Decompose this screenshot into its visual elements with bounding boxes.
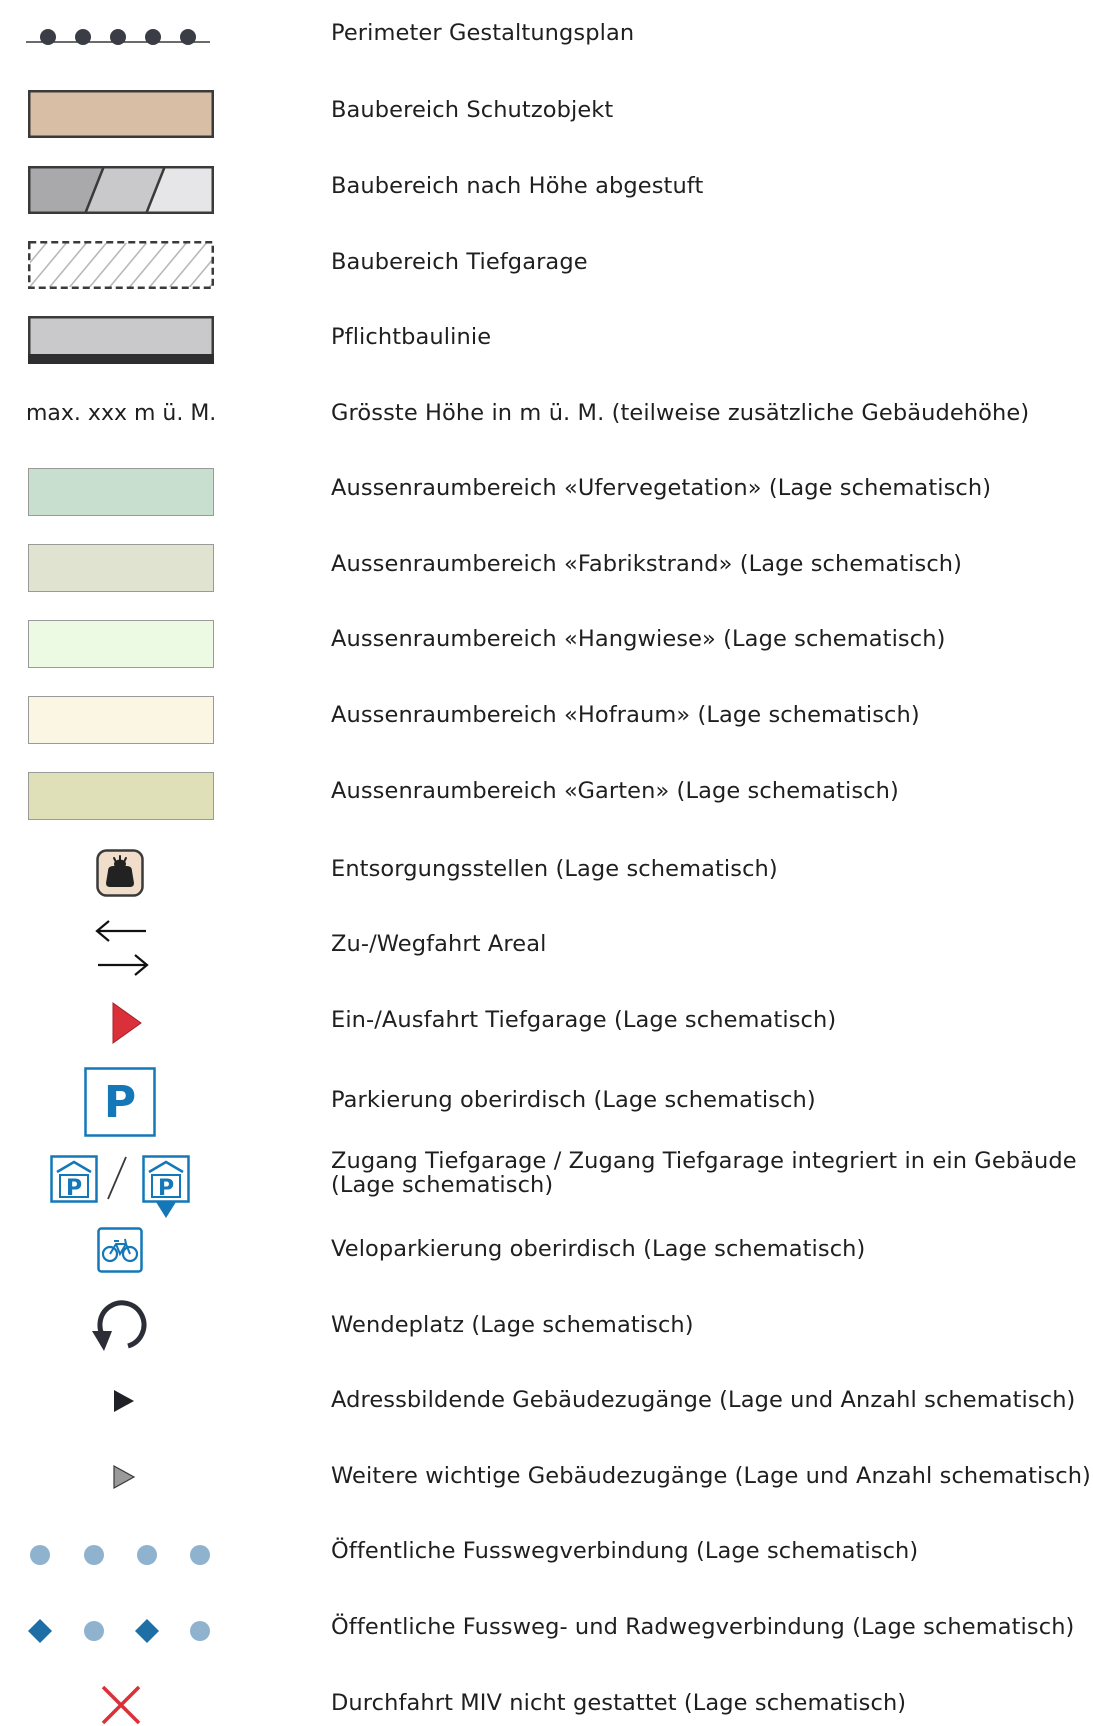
legend-label: Adressbildende Gebäudezugänge (Lage und …	[331, 1387, 1076, 1413]
hofraum-swatch	[28, 696, 214, 744]
dots-icon	[28, 1544, 214, 1566]
waste-bin-icon	[96, 849, 144, 897]
garten-swatch	[28, 772, 214, 820]
underground-area-swatch	[28, 241, 214, 289]
legend-label: Aussenraumbereich «Hangwiese» (Lage sche…	[331, 626, 946, 652]
legend-label: Perimeter Gestaltungsplan	[331, 20, 635, 46]
perimeter-line-icon	[26, 22, 210, 46]
legend-label: Öffentliche Fussweg- und Radwegverbindun…	[331, 1614, 1075, 1640]
fabrikstrand-swatch	[28, 544, 214, 592]
legend-label: Aussenraumbereich «Ufervegetation» (Lage…	[331, 475, 992, 501]
legend-label: Wendeplatz (Lage schematisch)	[331, 1312, 694, 1338]
schutzobjekt-swatch	[28, 90, 214, 138]
legend-label: Ein-/Ausfahrt Tiefgarage (Lage schematis…	[331, 1007, 837, 1033]
red-triangle-icon	[111, 1001, 143, 1045]
parking-icon: P	[84, 1067, 156, 1137]
black-triangle-icon	[112, 1388, 136, 1414]
legend-label: Zu-/Wegfahrt Areal	[331, 931, 547, 957]
turning-circle-icon	[82, 1296, 152, 1354]
legend-label: Baubereich nach Höhe abgestuft	[331, 173, 704, 199]
legend-label: Öffentliche Fusswegverbindung (Lage sche…	[331, 1538, 919, 1564]
mandatory-line-swatch	[28, 316, 214, 364]
legend-label: Durchfahrt MIV nicht gestattet (Lage sch…	[331, 1690, 907, 1716]
legend-label: Veloparkierung oberirdisch (Lage schemat…	[331, 1236, 866, 1262]
legend-label: Baubereich Tiefgarage	[331, 249, 588, 275]
stepped-height-swatch	[28, 166, 214, 214]
diamond-dot-icon	[28, 1618, 214, 1644]
bicycle-icon	[97, 1227, 143, 1273]
two-way-arrows-icon	[94, 918, 150, 976]
underground-parking-icon: P P	[50, 1155, 194, 1223]
svg-text:P: P	[158, 1176, 174, 1201]
ufervegetation-swatch	[28, 468, 214, 516]
legend-label: Weitere wichtige Gebäudezugänge (Lage un…	[331, 1463, 1091, 1489]
legend-label: Aussenraumbereich «Garten» (Lage schemat…	[331, 778, 899, 804]
legend-label: Grösste Höhe in m ü. M. (teilweise zusät…	[331, 400, 1030, 426]
legend-label: Baubereich Schutzobjekt	[331, 97, 614, 123]
legend-label: Zugang Tiefgarage / Zugang Tiefgarage in…	[331, 1148, 1077, 1198]
legend-label: Aussenraumbereich «Fabrikstrand» (Lage s…	[331, 551, 963, 577]
legend-label: Entsorgungsstellen (Lage schematisch)	[331, 856, 778, 882]
parking-letter: P	[104, 1077, 136, 1128]
legend-label: Pflichtbaulinie	[331, 324, 492, 350]
legend-label: Aussenraumbereich «Hofraum» (Lage schema…	[331, 702, 920, 728]
legend-label: Parkierung oberirdisch (Lage schematisch…	[331, 1087, 816, 1113]
svg-text:P: P	[66, 1176, 82, 1201]
red-x-icon	[100, 1684, 142, 1726]
max-height-symbol-text: max. xxx m ü. M.	[26, 401, 217, 426]
grey-triangle-icon	[112, 1464, 136, 1490]
hangwiese-swatch	[28, 620, 214, 668]
